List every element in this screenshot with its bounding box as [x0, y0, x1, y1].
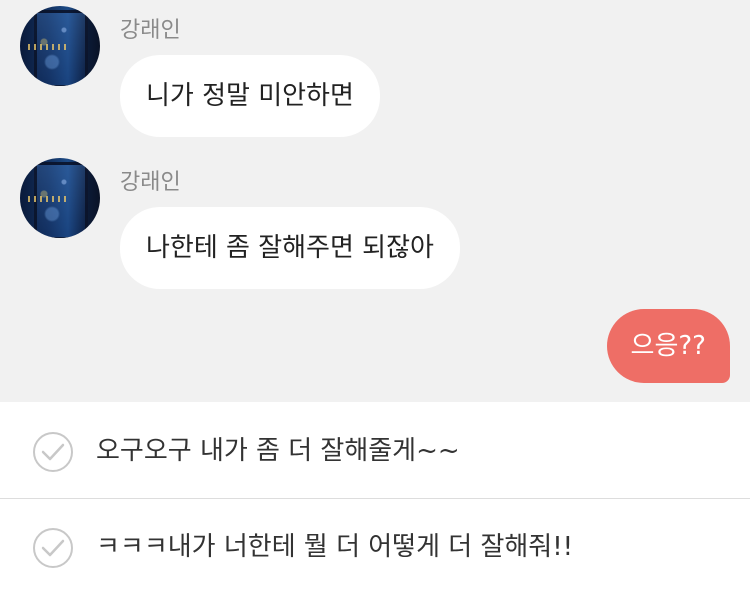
reply-option-label: ㅋㅋㅋ내가 너한테 뭘 더 어떻게 더 잘해줘!! [96, 532, 574, 562]
chat-area: 강래인 니가 정말 미안하면 강래인 나한테 좀 잘해주면 되잖아 으응?? [0, 0, 750, 402]
avatar-lights [28, 44, 68, 50]
my-message-bubble: 으응?? [606, 309, 730, 383]
message-bubble: 나한테 좀 잘해주면 되잖아 [120, 207, 460, 289]
avatar[interactable] [20, 6, 100, 86]
reply-option[interactable]: ㅋㅋㅋ내가 너한테 뭘 더 어떻게 더 잘해줘!! [0, 499, 750, 595]
reply-option[interactable]: 오구오구 내가 좀 더 잘해줄게~~ [0, 403, 750, 499]
message-bubble: 니가 정말 미안하면 [120, 55, 380, 137]
check-circle-icon [33, 528, 73, 568]
check-circle-icon [33, 432, 73, 472]
avatar-lights [28, 196, 68, 202]
reply-option-label: 오구오구 내가 좀 더 잘해줄게~~ [96, 436, 460, 466]
sender-name: 강래인 [120, 18, 181, 43]
sender-name: 강래인 [120, 170, 181, 195]
avatar[interactable] [20, 158, 100, 238]
